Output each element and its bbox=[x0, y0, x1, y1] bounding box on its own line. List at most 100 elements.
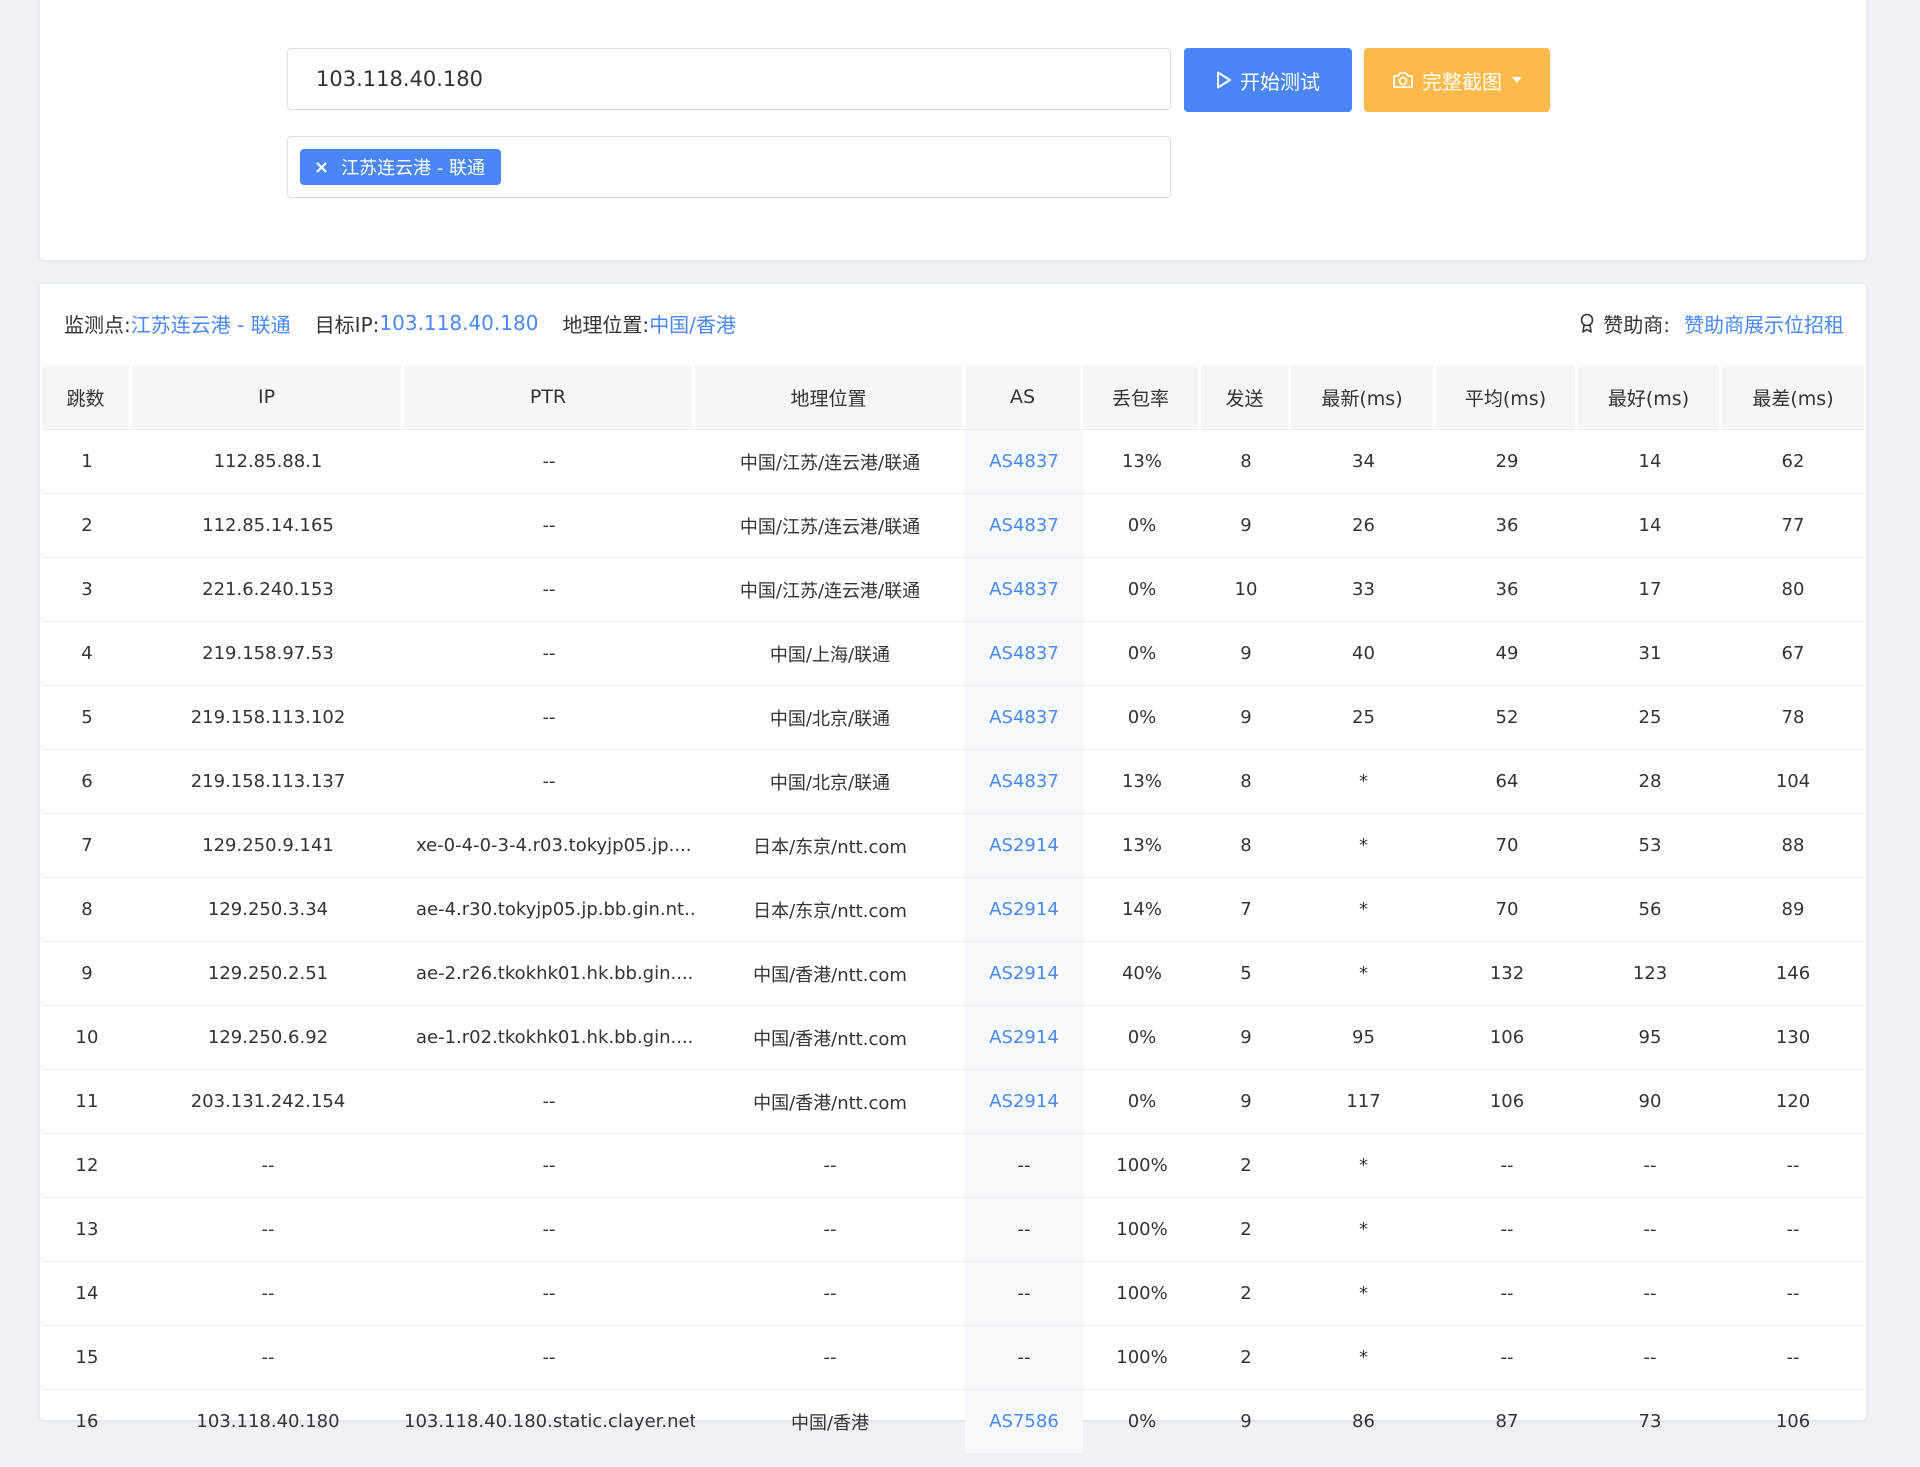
ip-cell: 129.250.3.34 bbox=[132, 877, 404, 941]
ptr-cell: -- bbox=[404, 1069, 695, 1133]
target-ip-input[interactable] bbox=[287, 48, 1171, 110]
sponsor-label: 赞助商: bbox=[1603, 312, 1670, 337]
as-cell[interactable]: AS4837 bbox=[965, 557, 1083, 621]
last-cell: * bbox=[1291, 1325, 1436, 1389]
ip-cell: -- bbox=[132, 1197, 404, 1261]
as-cell[interactable]: AS7586 bbox=[965, 1389, 1083, 1453]
ptr-cell: -- bbox=[404, 749, 695, 813]
award-icon bbox=[1580, 313, 1594, 333]
best-cell: -- bbox=[1578, 1133, 1722, 1197]
worst-cell: 89 bbox=[1722, 877, 1864, 941]
geo-cell: 中国/香港/ntt.com bbox=[695, 1005, 965, 1069]
header-worst: 最差(ms) bbox=[1722, 365, 1864, 429]
last-cell: 25 bbox=[1291, 685, 1436, 749]
ip-cell: -- bbox=[132, 1325, 404, 1389]
as-cell[interactable]: AS2914 bbox=[965, 1005, 1083, 1069]
avg-cell: 106 bbox=[1436, 1069, 1578, 1133]
camera-icon bbox=[1393, 72, 1413, 88]
ip-cell: 129.250.6.92 bbox=[132, 1005, 404, 1069]
table-header-row: 跳数 IP PTR 地理位置 AS 丢包率 发送 最新(ms) 平均(ms) 最… bbox=[42, 365, 1864, 429]
last-cell: 86 bbox=[1291, 1389, 1436, 1453]
last-cell: 26 bbox=[1291, 493, 1436, 557]
full-screenshot-button[interactable]: 完整截图 bbox=[1364, 48, 1550, 112]
as-cell[interactable]: AS4837 bbox=[965, 621, 1083, 685]
as-cell[interactable]: AS4837 bbox=[965, 749, 1083, 813]
last-cell: * bbox=[1291, 1197, 1436, 1261]
table-row: 1 112.85.88.1 -- 中国/江苏/连云港/联通 AS4837 13% 8 34 29… bbox=[42, 429, 1864, 493]
last-cell: * bbox=[1291, 749, 1436, 813]
full-screenshot-label: 完整截图 bbox=[1422, 69, 1502, 94]
best-cell: -- bbox=[1578, 1261, 1722, 1325]
sent-cell: 2 bbox=[1201, 1325, 1291, 1389]
geo-cell: -- bbox=[695, 1197, 965, 1261]
worst-cell: 80 bbox=[1722, 557, 1864, 621]
avg-cell: 36 bbox=[1436, 493, 1578, 557]
ip-cell: 203.131.242.154 bbox=[132, 1069, 404, 1133]
hop-cell: 4 bbox=[42, 621, 132, 685]
avg-cell: -- bbox=[1436, 1325, 1578, 1389]
hop-cell: 3 bbox=[42, 557, 132, 621]
ip-cell: 221.6.240.153 bbox=[132, 557, 404, 621]
worst-cell: 106 bbox=[1722, 1389, 1864, 1453]
as-cell[interactable]: AS4837 bbox=[965, 429, 1083, 493]
avg-cell: -- bbox=[1436, 1133, 1578, 1197]
loss-cell: 100% bbox=[1083, 1133, 1201, 1197]
best-cell: 95 bbox=[1578, 1005, 1722, 1069]
sponsor-link[interactable]: 赞助商展示位招租 bbox=[1684, 309, 1844, 338]
avg-cell: 87 bbox=[1436, 1389, 1578, 1453]
as-cell: -- bbox=[965, 1133, 1083, 1197]
header-loss: 丢包率 bbox=[1083, 365, 1201, 429]
loss-cell: 0% bbox=[1083, 493, 1201, 557]
best-cell: -- bbox=[1578, 1325, 1722, 1389]
selected-node-label: 江苏连云港 - 联通 bbox=[341, 158, 486, 179]
last-cell: * bbox=[1291, 877, 1436, 941]
start-test-button[interactable]: 开始测试 bbox=[1184, 48, 1352, 112]
geo-cell: 日本/东京/ntt.com bbox=[695, 813, 965, 877]
ptr-cell: ae-4.r30.tokyjp05.jp.bb.gin.nt... bbox=[404, 877, 695, 941]
hop-cell: 9 bbox=[42, 941, 132, 1005]
hop-cell: 13 bbox=[42, 1197, 132, 1261]
as-cell[interactable]: AS2914 bbox=[965, 941, 1083, 1005]
best-cell: 90 bbox=[1578, 1069, 1722, 1133]
as-cell: -- bbox=[965, 1197, 1083, 1261]
geo-cell: 中国/北京/联通 bbox=[695, 685, 965, 749]
loss-cell: 40% bbox=[1083, 941, 1201, 1005]
node-select[interactable]: × 江苏连云港 - 联通 bbox=[287, 136, 1171, 198]
hop-cell: 11 bbox=[42, 1069, 132, 1133]
geo-cell: 中国/江苏/连云港/联通 bbox=[695, 557, 965, 621]
worst-cell: 104 bbox=[1722, 749, 1864, 813]
sent-cell: 9 bbox=[1201, 685, 1291, 749]
sent-cell: 8 bbox=[1201, 813, 1291, 877]
last-cell: 34 bbox=[1291, 429, 1436, 493]
hop-cell: 15 bbox=[42, 1325, 132, 1389]
as-cell[interactable]: AS2914 bbox=[965, 877, 1083, 941]
as-cell[interactable]: AS4837 bbox=[965, 493, 1083, 557]
table-body: 1 112.85.88.1 -- 中国/江苏/连云港/联通 AS4837 13% 8 34 29… bbox=[42, 429, 1864, 1453]
header-avg: 平均(ms) bbox=[1436, 365, 1578, 429]
as-cell[interactable]: AS2914 bbox=[965, 813, 1083, 877]
avg-cell: 132 bbox=[1436, 941, 1578, 1005]
as-cell[interactable]: AS2914 bbox=[965, 1069, 1083, 1133]
close-icon[interactable]: × bbox=[314, 157, 329, 178]
header-as: AS bbox=[965, 365, 1083, 429]
ptr-cell: ae-2.r26.tkokhk01.hk.bb.gin.... bbox=[404, 941, 695, 1005]
geo-cell: -- bbox=[695, 1325, 965, 1389]
worst-cell: 78 bbox=[1722, 685, 1864, 749]
as-cell[interactable]: AS4837 bbox=[965, 685, 1083, 749]
last-cell: * bbox=[1291, 941, 1436, 1005]
best-cell: 53 bbox=[1578, 813, 1722, 877]
geo-cell: 中国/北京/联通 bbox=[695, 749, 965, 813]
loss-cell: 100% bbox=[1083, 1261, 1201, 1325]
table-row: 12 -- -- -- -- 100% 2 * -- -- -- bbox=[42, 1133, 1864, 1197]
table-row: 13 -- -- -- -- 100% 2 * -- -- -- bbox=[42, 1197, 1864, 1261]
sent-cell: 7 bbox=[1201, 877, 1291, 941]
sent-cell: 2 bbox=[1201, 1197, 1291, 1261]
ptr-cell: -- bbox=[404, 1325, 695, 1389]
ip-cell: 103.118.40.180 bbox=[132, 1389, 404, 1453]
table-row: 8 129.250.3.34 ae-4.r30.tokyjp05.jp.bb.gin… bbox=[42, 877, 1864, 941]
ptr-cell: -- bbox=[404, 1133, 695, 1197]
loss-cell: 0% bbox=[1083, 1069, 1201, 1133]
table-row: 2 112.85.14.165 -- 中国/江苏/连云港/联通 AS4837 0% 9 26 3… bbox=[42, 493, 1864, 557]
best-cell: 123 bbox=[1578, 941, 1722, 1005]
best-cell: 25 bbox=[1578, 685, 1722, 749]
